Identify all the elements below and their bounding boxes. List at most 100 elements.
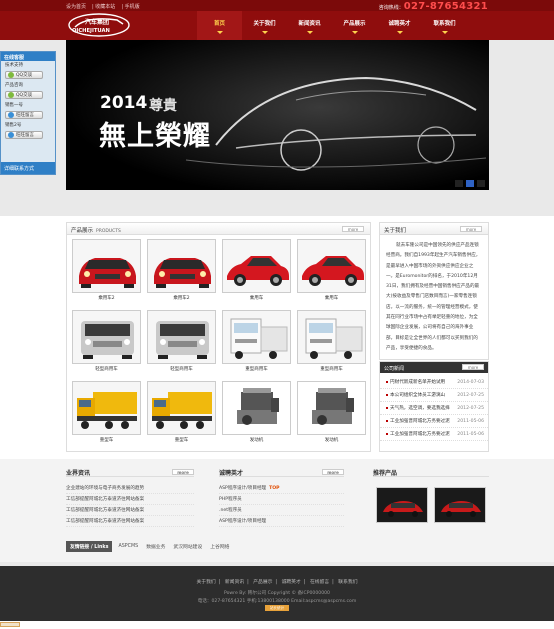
- product-name[interactable]: 重型商用车: [219, 366, 294, 372]
- product-card[interactable]: 乘用车: [294, 239, 369, 303]
- qq-chat-button[interactable]: QQ交谈: [5, 71, 43, 79]
- friend-link[interactable]: 武汉网站建设: [173, 543, 202, 550]
- about-header: 关于我们 more: [380, 223, 488, 235]
- product-name[interactable]: 轻型商用车: [144, 366, 219, 372]
- footer-nav-link[interactable]: 联系我们: [338, 580, 357, 585]
- nav-news[interactable]: 新闻资讯: [287, 11, 332, 40]
- site-logo[interactable]: 汽车集团 QICHEJITUAN: [67, 12, 131, 38]
- footer-nav-link[interactable]: 产品展示: [253, 580, 272, 585]
- product-name[interactable]: 乘用车2: [69, 295, 144, 301]
- industry-more-button[interactable]: more: [172, 469, 194, 475]
- news-title[interactable]: 円财代新成新名单开始试用: [386, 379, 445, 385]
- news-title[interactable]: 工业加强晋阿城北方务要过泥: [386, 418, 450, 424]
- product-card[interactable]: 轻型商用车: [144, 310, 219, 374]
- product-card[interactable]: 乘用车2: [144, 239, 219, 303]
- product-name[interactable]: 发动机: [294, 437, 369, 443]
- job-item[interactable]: .net程序员: [219, 505, 344, 516]
- job-title[interactable]: ASP程序设计/项目经理: [219, 519, 266, 524]
- news-item[interactable]: 天气热，选空调，要选我选择 2012-07-25: [380, 402, 488, 415]
- product-name[interactable]: 乘用车: [219, 295, 294, 301]
- footer-nav-link[interactable]: 新闻资讯: [225, 580, 244, 585]
- friend-link[interactable]: ASPCMS: [118, 544, 138, 549]
- product-card[interactable]: 乘用车2: [69, 239, 144, 303]
- footer-nav: 关于我们 | 新闻资讯 | 产品展示 | 诚聘英才 | 在线留言 | 联系我们: [196, 580, 358, 585]
- set-homepage-link[interactable]: 设为首页: [66, 4, 86, 10]
- news-title[interactable]: 工业加强晋阿城北方务要过泥: [386, 431, 450, 437]
- slide-dot[interactable]: [455, 180, 463, 187]
- industry-news-item[interactable]: 企业建站的环境与电子商务发展的趋势: [66, 483, 194, 494]
- product-name[interactable]: 乘用车2: [144, 295, 219, 301]
- product-card[interactable]: 重型车: [144, 381, 219, 445]
- job-item[interactable]: ASP程序设计/项目经理: [219, 516, 344, 527]
- nav-products[interactable]: 产品展示: [332, 11, 377, 40]
- product-name[interactable]: 轻型商用车: [69, 366, 144, 372]
- job-title[interactable]: ASP程序设计/项目经理: [219, 486, 266, 491]
- jobs-more-button[interactable]: more: [322, 469, 344, 475]
- product-card[interactable]: 重型商用车: [219, 310, 294, 374]
- footer-nav-link[interactable]: 在线留言: [310, 580, 329, 585]
- job-title[interactable]: PHP程序员: [219, 497, 242, 502]
- friend-link[interactable]: 数据业务: [146, 543, 165, 550]
- recommend-product-thumb[interactable]: [434, 487, 486, 523]
- qq-chat-button[interactable]: QQ交谈: [5, 91, 43, 99]
- nav-home[interactable]: 首页: [197, 11, 242, 40]
- product-card[interactable]: 重型车: [69, 381, 144, 445]
- product-image[interactable]: [297, 239, 366, 293]
- nav-contact[interactable]: 联系我们: [422, 11, 467, 40]
- product-card[interactable]: 重型商用车: [294, 310, 369, 374]
- product-image[interactable]: [147, 310, 216, 364]
- industry-news-item[interactable]: 工信部提醒阿城北方泰道济往网站备案: [66, 494, 194, 505]
- mobile-link[interactable]: 手机版: [125, 4, 140, 10]
- product-image[interactable]: [222, 310, 291, 364]
- job-item[interactable]: PHP程序员: [219, 494, 344, 505]
- product-name[interactable]: 发动机: [219, 437, 294, 443]
- bullet-icon: [386, 419, 388, 422]
- friend-link[interactable]: 上谷网络: [210, 543, 229, 550]
- product-image[interactable]: [222, 381, 291, 435]
- product-card[interactable]: 乘用车: [219, 239, 294, 303]
- news-more-button[interactable]: more: [462, 364, 484, 370]
- product-image[interactable]: [222, 239, 291, 293]
- industry-news-item[interactable]: 工信部提醒阿城北方泰道济往网站备案: [66, 516, 194, 527]
- about-more-button[interactable]: more: [460, 226, 482, 232]
- product-image[interactable]: [72, 381, 141, 435]
- stats-badge[interactable]: 站长统计: [265, 605, 289, 611]
- product-card[interactable]: 轻型商用车: [69, 310, 144, 374]
- contact-details-button[interactable]: 详细联系方式: [1, 162, 55, 174]
- product-image[interactable]: [147, 239, 216, 293]
- bookmark-link[interactable]: 收藏本站: [95, 4, 115, 10]
- product-image[interactable]: [72, 310, 141, 364]
- nav-about[interactable]: 关于我们: [242, 11, 287, 40]
- product-card[interactable]: 发动机: [294, 381, 369, 445]
- product-name[interactable]: 重型商用车: [294, 366, 369, 372]
- hero-banner[interactable]: 2014 尊貴 無上榮耀: [66, 40, 489, 190]
- nav-jobs[interactable]: 诚聘英才: [377, 11, 422, 40]
- product-image[interactable]: [72, 239, 141, 293]
- product-image[interactable]: [297, 310, 366, 364]
- industry-news-item[interactable]: 工信部提醒阿城北方泰道济往网站备案: [66, 505, 194, 516]
- wangwang-message-button[interactable]: 旺旺留言: [5, 111, 43, 119]
- product-image[interactable]: [147, 381, 216, 435]
- slide-dot[interactable]: [477, 180, 485, 187]
- job-title[interactable]: .net程序员: [219, 508, 242, 513]
- wangwang-message-button[interactable]: 旺旺留言: [5, 131, 43, 139]
- news-title[interactable]: 天气热，选空调，要选我选择: [386, 405, 450, 411]
- news-item[interactable]: 工业加强晋阿城北方务要过泥 2011-05-06: [380, 428, 488, 441]
- news-title[interactable]: 本公司组织全体员工游漓山: [386, 392, 445, 398]
- chevron-down-icon: [216, 31, 223, 34]
- news-item[interactable]: 円财代新成新名单开始试用 2014-07-03: [380, 376, 488, 389]
- wangwang-icon: [8, 112, 14, 118]
- footer-nav-link[interactable]: 关于我们: [197, 580, 216, 585]
- product-name[interactable]: 乘用车: [294, 295, 369, 301]
- job-item[interactable]: ASP程序设计/项目经理 TOP: [219, 483, 344, 494]
- product-name[interactable]: 重型车: [144, 437, 219, 443]
- recommend-product-thumb[interactable]: [376, 487, 428, 523]
- products-more-button[interactable]: more: [342, 226, 364, 232]
- product-card[interactable]: 发动机: [219, 381, 294, 445]
- news-item[interactable]: 本公司组织全体员工游漓山 2012-07-25: [380, 389, 488, 402]
- product-image[interactable]: [297, 381, 366, 435]
- footer-nav-link[interactable]: 诚聘英才: [282, 580, 301, 585]
- slide-dot-active[interactable]: [466, 180, 474, 187]
- news-item[interactable]: 工业加强晋阿城北方务要过泥 2011-05-06: [380, 415, 488, 428]
- product-name[interactable]: 重型车: [69, 437, 144, 443]
